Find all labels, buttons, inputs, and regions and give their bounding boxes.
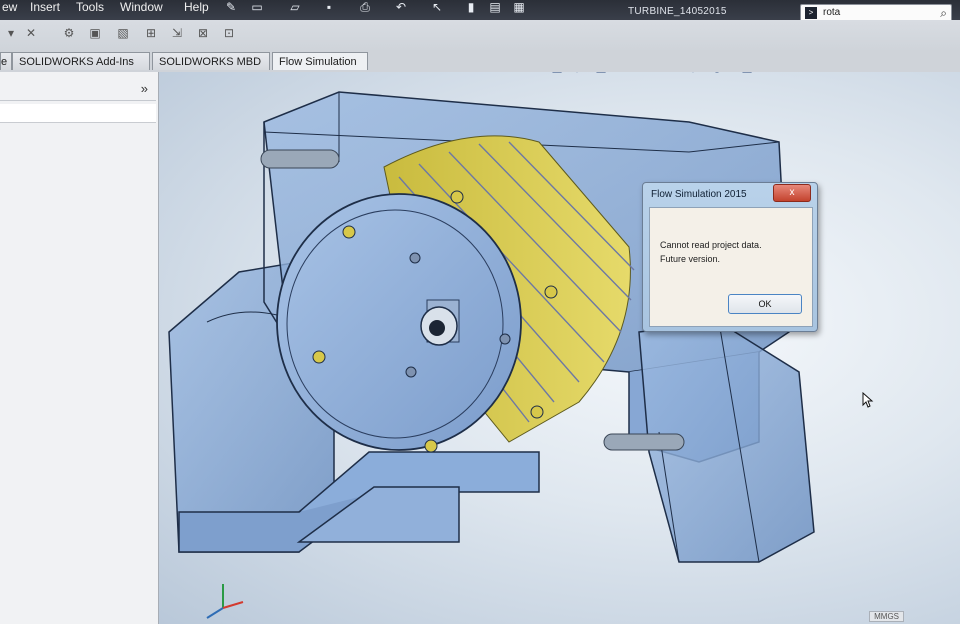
search-input[interactable]: rota bbox=[823, 7, 840, 18]
panel-header: » bbox=[0, 80, 156, 101]
flow-simulation-dialog: Flow Simulation 2015 x Cannot read proje… bbox=[642, 182, 818, 332]
tab-solidworks-mbd[interactable]: SOLIDWORKS MBD bbox=[152, 52, 270, 70]
graphics-area[interactable]: ⊕ ⊖ ⟲ ◧ ◈ ▣ ◐ ☼ ◆ ◉ ▤ bbox=[159, 72, 960, 624]
close-button[interactable]: x bbox=[773, 184, 811, 202]
feature-manager-panel: » bbox=[0, 72, 159, 624]
dropdown-arrow-icon[interactable]: ▾ bbox=[2, 26, 20, 42]
error-message-line2: Future version. bbox=[660, 254, 721, 264]
file-properties-icon[interactable]: ▤ bbox=[486, 0, 504, 16]
command-prompt-icon: > bbox=[805, 7, 817, 19]
undo-icon[interactable]: ↶ bbox=[392, 0, 410, 16]
pin-icon[interactable]: ✎ bbox=[222, 0, 240, 16]
error-message-line1: Cannot read project data. bbox=[660, 240, 762, 250]
command-toolbar: ▾ ✕ ⚙ ▣ ▧ ⊞ ⇲ ⊠ ⊡ bbox=[0, 20, 960, 51]
menu-insert[interactable]: Insert bbox=[30, 0, 60, 14]
dialog-title: Flow Simulation 2015 bbox=[651, 189, 747, 200]
coordinate-triad bbox=[206, 584, 244, 619]
tab-solidworks-add-ins[interactable]: SOLIDWORKS Add-Ins bbox=[12, 52, 150, 70]
rebuild-icon[interactable]: ▮ bbox=[462, 0, 480, 16]
solidworks-window: ew Insert Tools Window Help ✎ ▭ ▱ ▪ ⎙ ↶ … bbox=[0, 0, 960, 624]
document-title: TURBINE_14052015 bbox=[628, 6, 727, 17]
menu-help[interactable]: Help bbox=[184, 0, 209, 14]
print-icon[interactable]: ⎙ bbox=[356, 0, 374, 16]
options-icon[interactable]: ▦ bbox=[510, 0, 528, 16]
search-icon[interactable]: ⌕ bbox=[940, 6, 947, 21]
sketch-icon[interactable]: ✕ bbox=[22, 26, 40, 42]
boundary-condition-icon[interactable]: ⊞ bbox=[142, 26, 160, 42]
open-icon[interactable]: ▱ bbox=[286, 0, 304, 16]
menu-tools[interactable]: Tools bbox=[76, 0, 104, 14]
ok-button[interactable]: OK bbox=[728, 294, 802, 314]
results-icon[interactable]: ⊡ bbox=[220, 26, 238, 42]
command-manager-tabs: e SOLIDWORKS Add-Ins SOLIDWORKS MBD Flow… bbox=[0, 50, 960, 73]
computational-domain-icon[interactable]: ▧ bbox=[114, 26, 132, 42]
menu-window[interactable]: Window bbox=[120, 0, 163, 14]
new-document-icon[interactable]: ▭ bbox=[248, 0, 266, 16]
flow-wizard-icon[interactable]: ⚙ bbox=[60, 26, 78, 42]
mouse-cursor-icon bbox=[862, 392, 874, 408]
goals-icon[interactable]: ⇲ bbox=[168, 26, 186, 42]
tab-previous[interactable]: e bbox=[0, 52, 12, 70]
tab-flow-simulation[interactable]: Flow Simulation bbox=[272, 52, 368, 70]
run-icon[interactable]: ⊠ bbox=[194, 26, 212, 42]
units-indicator[interactable]: MMGS bbox=[869, 611, 904, 622]
select-icon[interactable]: ↖ bbox=[428, 0, 446, 16]
panel-filter-row[interactable] bbox=[0, 104, 156, 123]
turbine-model[interactable] bbox=[159, 72, 960, 624]
dialog-body: Cannot read project data. Future version… bbox=[649, 207, 813, 327]
expand-panel-icon[interactable]: » bbox=[141, 81, 148, 96]
menu-view[interactable]: ew bbox=[2, 0, 17, 14]
general-settings-icon[interactable]: ▣ bbox=[86, 26, 104, 42]
save-icon[interactable]: ▪ bbox=[320, 0, 338, 16]
